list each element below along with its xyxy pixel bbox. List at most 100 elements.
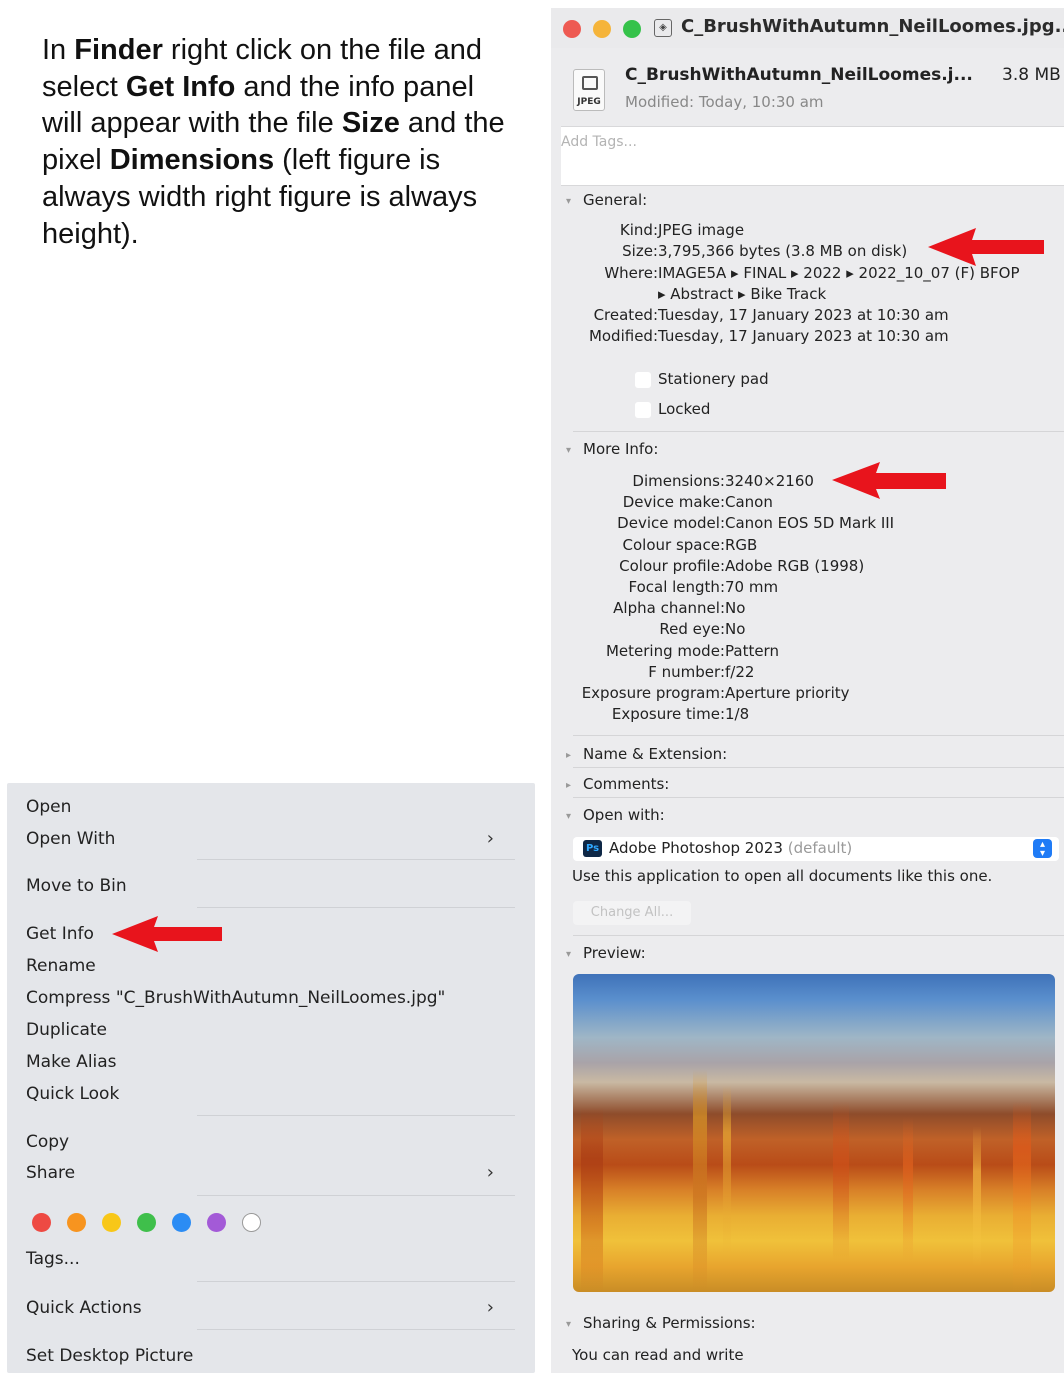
menu-separator: [197, 1115, 515, 1116]
sharing-heading[interactable]: Sharing & Permissions:: [583, 1314, 756, 1332]
tag-purple-dot[interactable]: [207, 1213, 226, 1232]
file-size-summary: 3.8 MB: [1002, 65, 1061, 85]
tag-orange-dot[interactable]: [67, 1213, 86, 1232]
sharing-text: You can read and write: [572, 1346, 744, 1364]
created-row: Created: Tuesday, 17 January 2023 at 10:…: [594, 305, 1048, 326]
more-info-row: Red eye: No: [659, 619, 1045, 640]
section-divider: [573, 431, 1064, 432]
menu-item-quick-actions[interactable]: Quick Actions ›: [26, 1295, 516, 1321]
open-with-heading[interactable]: Open with:: [583, 806, 665, 824]
open-with-description: Use this application to open all documen…: [572, 867, 993, 885]
general-heading[interactable]: General:: [583, 191, 647, 209]
menu-item-make-alias[interactable]: Make Alias: [26, 1049, 516, 1075]
disclosure-down-icon[interactable]: ▾: [566, 1319, 571, 1330]
locked-checkbox[interactable]: [635, 402, 651, 418]
size-value: 3,795,366 bytes (3.8 MB on disk): [658, 242, 908, 260]
comments-heading[interactable]: Comments:: [583, 775, 669, 793]
more-info-label: Metering mode:: [605, 641, 725, 660]
disclosure-down-icon[interactable]: ▾: [566, 811, 571, 822]
more-info-heading[interactable]: More Info:: [583, 440, 658, 458]
locked-label: Locked: [658, 400, 711, 418]
menu-item-label: Rename: [26, 956, 96, 976]
chevron-right-icon: ›: [486, 1162, 494, 1183]
tag-yellow-dot[interactable]: [102, 1213, 121, 1232]
menu-item-tags[interactable]: Tags...: [26, 1246, 516, 1272]
where-row-cont: ▸ Abstract ▸ Bike Track: [658, 284, 958, 305]
menu-item-get-info[interactable]: Get Info: [26, 921, 516, 947]
menu-item-label: Share: [26, 1163, 76, 1183]
instruction-text: In Finder right click on the file and se…: [42, 32, 512, 252]
tag-gray-dot[interactable]: [242, 1213, 261, 1232]
more-info-value: Aperture priority: [725, 684, 850, 702]
more-info-row: Device model: Canon EOS 5D Mark III: [617, 513, 1045, 534]
red-arrow-icon: [832, 462, 946, 499]
default-tag: (default): [787, 839, 853, 857]
menu-item-share[interactable]: Share ›: [26, 1160, 516, 1186]
menu-item-label: Compress "C_BrushWithAutumn_NeilLoomes.j…: [26, 988, 446, 1008]
window-title: C_BrushWithAutumn_NeilLoomes.jpg...: [681, 16, 1064, 37]
context-menu: Open Open With › Move to Bin Get Info Ren…: [7, 783, 535, 1373]
instruction-bold-size: Size: [341, 107, 400, 140]
stationery-pad-label: Stationery pad: [658, 370, 769, 388]
more-info-row: F number: f/22: [648, 662, 1045, 683]
more-info-value: Canon EOS 5D Mark III: [725, 514, 895, 533]
more-info-label: Alpha channel:: [613, 599, 725, 618]
more-info-label: Colour space:: [622, 535, 726, 554]
file-proxy-icon[interactable]: ◈: [654, 19, 672, 37]
more-info-row: Colour space: RGB: [623, 535, 1045, 556]
red-arrow-icon: [928, 228, 1044, 266]
more-info-value: Pattern: [725, 641, 779, 660]
menu-item-duplicate[interactable]: Duplicate: [26, 1017, 516, 1043]
section-divider: [573, 767, 1064, 768]
kind-value: JPEG image: [658, 221, 745, 239]
disclosure-down-icon[interactable]: ▾: [566, 196, 571, 207]
menu-item-open-with[interactable]: Open With ›: [26, 826, 516, 852]
disclosure-down-icon[interactable]: ▾: [566, 949, 571, 960]
file-name: C_BrushWithAutumn_NeilLoomes.j...: [625, 65, 973, 85]
menu-item-set-desktop-picture[interactable]: Set Desktop Picture: [26, 1343, 516, 1369]
name-extension-heading[interactable]: Name & Extension:: [583, 745, 727, 763]
tags-placeholder: Add Tags...: [561, 134, 637, 150]
disclosure-down-icon[interactable]: ▾: [566, 445, 571, 456]
disclosure-right-icon[interactable]: ▸: [566, 780, 571, 791]
modified-label: Modified:: [588, 327, 658, 345]
menu-separator: [197, 907, 515, 908]
menu-item-label: Make Alias: [26, 1052, 117, 1072]
change-all-button[interactable]: Change All...: [573, 901, 691, 925]
where-label: Where:: [604, 264, 658, 282]
tag-green-dot[interactable]: [137, 1213, 156, 1232]
menu-item-rename[interactable]: Rename: [26, 953, 516, 979]
section-divider: [573, 735, 1064, 736]
minimize-button[interactable]: [593, 20, 611, 38]
menu-item-label: Get Info: [26, 924, 94, 944]
popup-stepper-icon[interactable]: ▴ ▾: [1033, 839, 1052, 859]
menu-item-quick-look[interactable]: Quick Look: [26, 1081, 516, 1107]
menu-item-compress[interactable]: Compress "C_BrushWithAutumn_NeilLoomes.j…: [26, 985, 516, 1011]
menu-item-label: Tags...: [26, 1249, 80, 1269]
more-info-value: 3240×2160: [725, 472, 814, 490]
photoshop-icon: Ps: [583, 840, 602, 857]
zoom-button[interactable]: [623, 20, 641, 38]
tag-red-dot[interactable]: [32, 1213, 51, 1232]
menu-item-copy[interactable]: Copy: [26, 1129, 516, 1155]
where-value-cont: ▸ Abstract ▸ Bike Track: [658, 285, 827, 303]
menu-item-label: Open: [26, 797, 72, 817]
menu-item-move-to-bin[interactable]: Move to Bin: [26, 873, 516, 899]
instruction-bold-finder: Finder: [74, 34, 163, 66]
image-preview: [573, 974, 1055, 1292]
tag-blue-dot[interactable]: [172, 1213, 191, 1232]
kind-label: Kind:: [619, 221, 658, 239]
preview-heading[interactable]: Preview:: [583, 944, 646, 962]
more-info-row: Exposure time: 1/8: [612, 704, 1045, 725]
disclosure-right-icon[interactable]: ▸: [566, 750, 571, 761]
stationery-pad-checkbox[interactable]: [635, 372, 651, 388]
more-info-label: Device model:: [617, 514, 725, 533]
close-button[interactable]: [563, 20, 581, 38]
menu-item-label: Open With: [26, 829, 116, 849]
modified-row: Modified: Tuesday, 17 January 2023 at 10…: [589, 326, 1048, 347]
more-info-value: No: [725, 620, 746, 639]
menu-item-label: Quick Actions: [26, 1298, 142, 1318]
menu-item-open[interactable]: Open: [26, 794, 516, 820]
more-info-row: Exposure program: Aperture priority: [582, 683, 1045, 704]
more-info-value: 1/8: [725, 705, 750, 724]
